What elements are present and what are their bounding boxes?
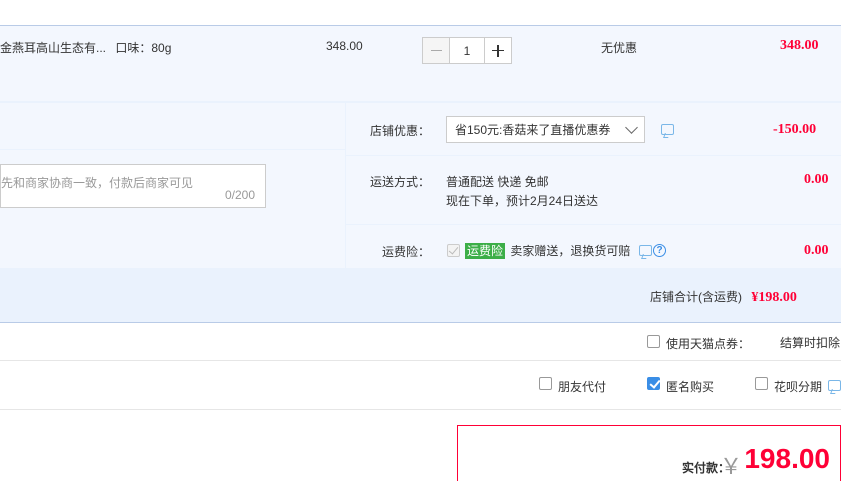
product-name[interactable]: 金燕耳高山生态有... 口味：80g [0, 39, 171, 56]
quantity-decrease-button[interactable] [422, 37, 449, 64]
help-icon[interactable]: ? [653, 244, 666, 257]
tmall-coupon-checkbox[interactable] [647, 335, 660, 348]
friend-pay-checkbox[interactable] [539, 377, 552, 390]
shop-total-label: 店铺合计(含运费) [650, 290, 742, 304]
product-title[interactable]: 金燕耳高山生态有... [0, 41, 106, 55]
shipping-label: 运送方式： [370, 175, 431, 189]
shipping-method: 普通配送 快递 免邮 [446, 175, 549, 189]
shipping-value: 0.00 [804, 172, 829, 187]
quantity-increase-button[interactable] [485, 37, 512, 64]
product-total: 348.00 [780, 38, 819, 53]
insurance-tag: 运费险 [465, 243, 506, 259]
insurance-value: 0.00 [804, 243, 829, 258]
shop-total-value: ¥198.00 [751, 290, 797, 305]
shop-coupon-select[interactable]: 省150元:香菇来了直播优惠券 [446, 116, 645, 143]
insurance-checkbox[interactable] [447, 244, 460, 257]
minus-icon [430, 49, 442, 52]
buyer-message-header [0, 103, 345, 149]
shipping-row: 运送方式： 普通配送 快递 免邮 现在下单，预计2月24日送达 0.00 [346, 156, 841, 224]
shop-coupon-selected: 省150元:香菇来了直播优惠券 [455, 123, 611, 137]
huabei-checkbox[interactable] [755, 377, 768, 390]
insurance-label: 运费险： [382, 245, 431, 259]
friend-pay-label: 朋友代付 [558, 380, 607, 394]
memo-placeholder: 先和商家协商一致，付款后商家可见 [1, 176, 194, 190]
huabei-label: 花呗分期 [774, 380, 823, 394]
insurance-row: 运费险： 运费险 卖家赠送，退换货可赔 ? 0.00 [346, 225, 841, 268]
chat-icon[interactable] [639, 245, 652, 256]
chat-icon[interactable] [661, 124, 674, 135]
shop-discount-label: 店铺优惠： [370, 124, 431, 138]
insurance-info: 运费险 卖家赠送，退换货可赔 [465, 242, 630, 259]
payment-summary: 实付款： ￥ 198.00 [457, 425, 841, 481]
payment-currency: ￥ [719, 454, 742, 479]
plus-icon [492, 44, 504, 57]
quantity-input[interactable]: 1 [449, 37, 485, 64]
anonymous-checkbox[interactable] [647, 377, 660, 390]
shop-order-block: 先和商家协商一致，付款后商家可见 0/200 店铺优惠： 省150元:香菇来了直… [0, 101, 841, 323]
shop-total: 店铺合计(含运费) ¥198.00 [650, 288, 797, 306]
buyer-memo-input[interactable]: 先和商家协商一致，付款后商家可见 0/200 [0, 164, 266, 208]
chevron-down-icon [625, 121, 638, 134]
chat-icon[interactable] [828, 380, 841, 391]
product-price: 348.00 [326, 39, 363, 53]
tmall-coupon-label: 使用天猫点券： [666, 337, 751, 351]
shipping-eta: 现在下单，预计2月24日送达 [446, 194, 599, 208]
payment-amount: 198.00 [744, 443, 830, 474]
tmall-coupon-note: 结算时扣除 [780, 336, 841, 350]
memo-char-count: 0/200 [224, 188, 255, 202]
shop-discount-row: 店铺优惠： 省150元:香菇来了直播优惠券 -150.00 [346, 103, 841, 155]
product-discount: 无优惠 [601, 41, 638, 55]
divider [0, 360, 841, 361]
shop-discount-value: -150.00 [773, 122, 817, 137]
quantity-stepper: 1 [422, 37, 512, 64]
anonymous-label: 匿名购买 [666, 380, 715, 394]
product-attribute: 口味：80g [115, 41, 172, 55]
divider [0, 409, 841, 410]
product-row: 金燕耳高山生态有... 口味：80g 348.00 1 无优惠 348.00 [0, 25, 841, 102]
insurance-text: 卖家赠送，退换货可赔 [510, 244, 631, 258]
